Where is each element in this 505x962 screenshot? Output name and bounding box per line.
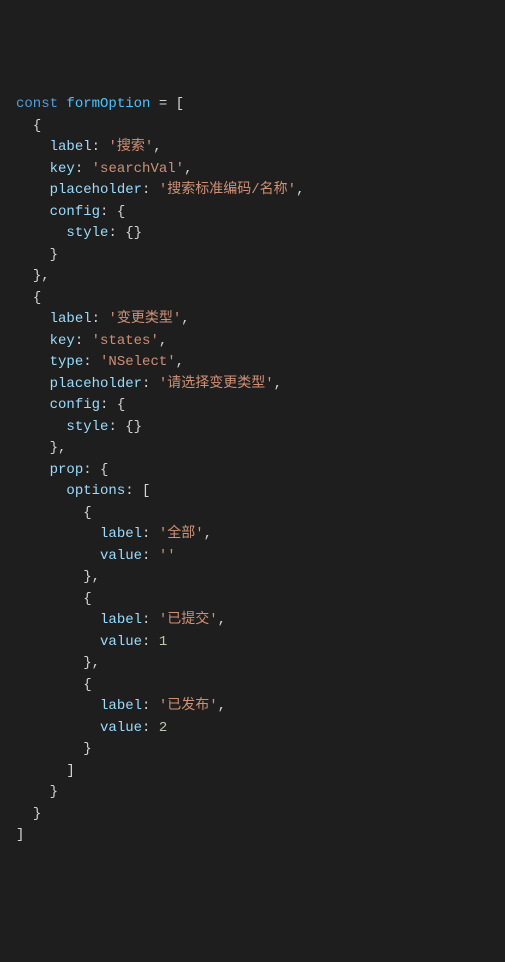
- string: 'NSelect': [100, 354, 176, 370]
- punct: ,: [204, 526, 212, 542]
- prop-key: style: [66, 419, 108, 435]
- punct: :: [92, 311, 100, 327]
- punct: :: [100, 204, 108, 220]
- punct: {: [83, 677, 91, 693]
- keyword-const: const: [16, 96, 58, 112]
- punct: }: [50, 247, 58, 263]
- punct: :: [92, 139, 100, 155]
- punct: {: [100, 462, 108, 478]
- prop-key: config: [50, 397, 100, 413]
- prop-key: value: [100, 720, 142, 736]
- string: 'states': [92, 333, 159, 349]
- punct: },: [50, 440, 67, 456]
- punct: :: [142, 548, 150, 564]
- prop-key: label: [50, 311, 92, 327]
- punct: ,: [218, 612, 226, 628]
- string: '已发布': [159, 698, 218, 714]
- prop-key: value: [100, 548, 142, 564]
- prop-key: label: [100, 612, 142, 628]
- prop-key: placeholder: [50, 376, 142, 392]
- punct: :: [142, 376, 150, 392]
- variable-name: formOption: [66, 96, 150, 112]
- string: '全部': [159, 526, 204, 542]
- prop-key: value: [100, 634, 142, 650]
- string: '': [159, 548, 176, 564]
- prop-key: placeholder: [50, 182, 142, 198]
- punct: :: [142, 612, 150, 628]
- prop-key: label: [100, 698, 142, 714]
- punct: ,: [159, 333, 167, 349]
- punct: {: [33, 290, 41, 306]
- punct: :: [142, 634, 150, 650]
- punct: :: [83, 354, 91, 370]
- prop-key: key: [50, 161, 75, 177]
- punct: {}: [125, 419, 142, 435]
- punct: {: [117, 204, 125, 220]
- punct: :: [100, 397, 108, 413]
- punct: {}: [125, 225, 142, 241]
- prop-key: type: [50, 354, 84, 370]
- punct: {: [33, 118, 41, 134]
- punct: ,: [296, 182, 304, 198]
- punct: :: [108, 225, 116, 241]
- punct: :: [142, 698, 150, 714]
- punct: }: [50, 784, 58, 800]
- punct: {: [83, 505, 91, 521]
- punct: ,: [274, 376, 282, 392]
- number: 2: [159, 720, 167, 736]
- punct: :: [108, 419, 116, 435]
- prop-key: label: [100, 526, 142, 542]
- punct: }: [83, 741, 91, 757]
- punct: :: [142, 182, 150, 198]
- string: '请选择变更类型': [159, 376, 274, 392]
- prop-key: options: [66, 483, 125, 499]
- punct: [: [142, 483, 150, 499]
- punct: ]: [16, 827, 24, 843]
- punct: :: [75, 333, 83, 349]
- punct: :: [142, 720, 150, 736]
- string: '变更类型': [108, 311, 181, 327]
- punct: ,: [176, 354, 184, 370]
- punct: ,: [218, 698, 226, 714]
- string: 'searchVal': [92, 161, 184, 177]
- code-block: const formOption = [ { label: '搜索', key:…: [16, 94, 505, 847]
- punct: :: [75, 161, 83, 177]
- punct: :: [142, 526, 150, 542]
- string: '已提交': [159, 612, 218, 628]
- punct: ,: [153, 139, 161, 155]
- punct: {: [117, 397, 125, 413]
- punct: :: [83, 462, 91, 478]
- prop-key: prop: [50, 462, 84, 478]
- punct: :: [125, 483, 133, 499]
- string: '搜索标准编码/名称': [159, 182, 296, 198]
- prop-key: style: [66, 225, 108, 241]
- prop-key: label: [50, 139, 92, 155]
- punct: },: [83, 569, 100, 585]
- number: 1: [159, 634, 167, 650]
- punct: {: [83, 591, 91, 607]
- string: '搜索': [108, 139, 153, 155]
- punct: =: [150, 96, 175, 112]
- prop-key: config: [50, 204, 100, 220]
- punct: },: [33, 268, 50, 284]
- punct: ,: [184, 161, 192, 177]
- punct: [: [176, 96, 184, 112]
- punct: ,: [181, 311, 189, 327]
- prop-key: key: [50, 333, 75, 349]
- punct: },: [83, 655, 100, 671]
- punct: ]: [66, 763, 74, 779]
